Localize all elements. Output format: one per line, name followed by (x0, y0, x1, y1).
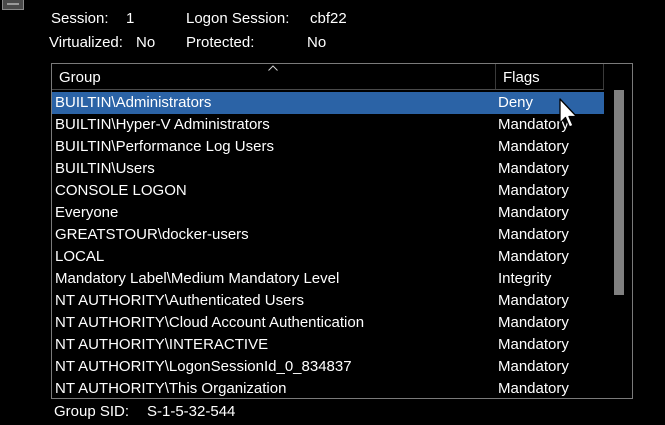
session-label: Session: (51, 10, 109, 27)
cell-group: NT AUTHORITY\LogonSessionId_0_834837 (55, 358, 352, 375)
table-row[interactable]: Everyone Mandatory (52, 202, 604, 224)
cell-group: BUILTIN\Hyper-V Administrators (55, 116, 270, 133)
cell-flags: Mandatory (498, 380, 569, 397)
table-row[interactable]: BUILTIN\Performance Log Users Mandatory (52, 136, 604, 158)
token-groups-panel: Session: 1 Logon Session: cbf22 Virtuali… (0, 0, 665, 425)
table-row[interactable]: BUILTIN\Users Mandatory (52, 158, 604, 180)
table-row[interactable]: CONSOLE LOGON Mandatory (52, 180, 604, 202)
cell-group: LOCAL (55, 248, 105, 265)
groups-list[interactable]: Group Flags BUILTIN\Administrators Deny BU… (51, 63, 633, 399)
cell-group: Mandatory Label\Medium Mandatory Level (55, 270, 340, 287)
table-row[interactable]: NT AUTHORITY\Cloud Account Authenticatio… (52, 312, 604, 334)
table-row[interactable]: GREATSTOUR\docker-users Mandatory (52, 224, 604, 246)
cell-flags: Mandatory (498, 160, 569, 177)
cell-flags: Mandatory (498, 248, 569, 265)
cell-flags: Deny (498, 94, 534, 111)
column-header-group-label: Group (59, 69, 101, 86)
cell-flags: Mandatory (498, 204, 569, 221)
table-row[interactable]: NT AUTHORITY\Authenticated Users Mandator… (52, 290, 604, 312)
virtualized-label: Virtualized: (49, 34, 123, 51)
table-row[interactable]: BUILTIN\Administrators Deny (52, 92, 604, 114)
cell-flags: Mandatory (498, 138, 569, 155)
cell-group: NT AUTHORITY\This Organization (55, 380, 287, 397)
window-menu-icon[interactable] (2, 0, 24, 10)
sort-ascending-icon (268, 65, 278, 71)
cell-group: BUILTIN\Administrators (55, 94, 212, 111)
virtualized-value: No (136, 34, 156, 51)
cell-group: Everyone (55, 204, 119, 221)
column-header-flags[interactable]: Flags (496, 64, 604, 89)
table-row[interactable]: Mandatory Label\Medium Mandatory Level In… (52, 268, 604, 290)
cell-group: BUILTIN\Users (55, 160, 155, 177)
cell-flags: Mandatory (498, 314, 569, 331)
cell-group: NT AUTHORITY\INTERACTIVE (55, 336, 269, 353)
cell-group: CONSOLE LOGON (55, 182, 187, 199)
table-row[interactable]: NT AUTHORITY\This Organization Mandatory (52, 378, 604, 398)
list-header: Group Flags (52, 64, 604, 90)
table-row[interactable]: LOCAL Mandatory (52, 246, 604, 268)
cell-flags: Mandatory (498, 358, 569, 375)
mouse-cursor-icon (559, 98, 578, 128)
table-row[interactable]: BUILTIN\Hyper-V Administrators Mandatory (52, 114, 604, 136)
group-sid-label: Group SID: (54, 403, 130, 420)
cell-group: NT AUTHORITY\Authenticated Users (55, 292, 304, 309)
protected-value: No (307, 34, 327, 51)
logon-session-label: Logon Session: (186, 10, 290, 27)
column-header-flags-label: Flags (503, 69, 540, 86)
table-row[interactable]: NT AUTHORITY\LogonSessionId_0_834837 Mand… (52, 356, 604, 378)
logon-session-value: cbf22 (310, 10, 347, 27)
cell-flags: Mandatory (498, 226, 569, 243)
column-header-group[interactable]: Group (52, 64, 496, 89)
list-rows: BUILTIN\Administrators Deny BUILTIN\Hyper-… (52, 92, 604, 398)
scrollbar-thumb[interactable] (614, 90, 624, 295)
table-row[interactable]: NT AUTHORITY\INTERACTIVE Mandatory (52, 334, 604, 356)
cell-flags: Integrity (498, 270, 552, 287)
cell-flags: Mandatory (498, 336, 569, 353)
group-sid-value: S-1-5-32-544 (147, 403, 236, 420)
cell-flags: Mandatory (498, 182, 569, 199)
vertical-scrollbar[interactable] (606, 64, 632, 398)
cell-flags: Mandatory (498, 292, 569, 309)
cell-group: GREATSTOUR\docker-users (55, 226, 249, 243)
protected-label: Protected: (186, 34, 255, 51)
cell-group: BUILTIN\Performance Log Users (55, 138, 274, 155)
cell-group: NT AUTHORITY\Cloud Account Authenticatio… (55, 314, 365, 331)
session-value: 1 (126, 10, 135, 27)
